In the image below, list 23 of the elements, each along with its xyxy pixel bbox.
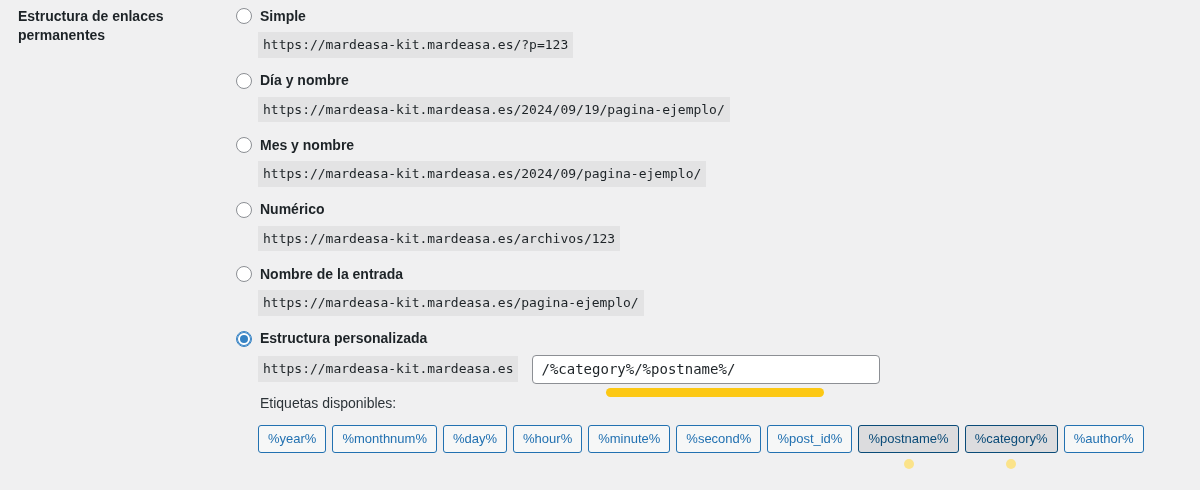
option-label[interactable]: Numérico (260, 199, 325, 220)
example-url: https://mardeasa-kit.mardeasa.es/?p=123 (258, 32, 574, 58)
url-prefix: https://mardeasa-kit.mardeasa.es (258, 356, 519, 382)
example-url: https://mardeasa-kit.mardeasa.es/2024/09/19/pagina-ejemplo/ (258, 96, 730, 122)
option-label[interactable]: Día y nombre (260, 70, 349, 91)
tag-button[interactable]: %day% (442, 424, 508, 454)
structure-field[interactable]: /%category%/%postname%/ (532, 354, 881, 384)
tag-button[interactable]: %post_id% (767, 424, 853, 454)
option-label[interactable]: Simple (260, 5, 306, 27)
option-label[interactable]: Estructura personalizada (260, 328, 428, 349)
example-url: https://mardeasa-kit.mardeasa.es/archivos/123 (258, 225, 621, 251)
example-url: https://mardeasa-kit.mardeasa.es/2024/09/pagina-ejemplo/ (258, 161, 707, 187)
tag-button[interactable]: %hour% (513, 424, 583, 454)
tags-label: Etiquetas disponibles: (260, 393, 398, 413)
tag-button[interactable]: %author% (1063, 424, 1144, 454)
tag-button[interactable]: %year% (258, 424, 327, 454)
tag-button[interactable]: %monthnum% (332, 424, 437, 454)
example-url: https://mardeasa-kit.mardeasa.es/pagina-ejemplo/ (258, 290, 644, 316)
section-label: Estructura de enlaces permanentes (18, 7, 165, 45)
tag-button[interactable]: %second% (676, 424, 762, 454)
option-label[interactable]: Mes y nombre (260, 134, 355, 156)
option-label[interactable]: Nombre de la entrada (260, 263, 404, 285)
tag-button[interactable]: %minute% (588, 424, 671, 454)
